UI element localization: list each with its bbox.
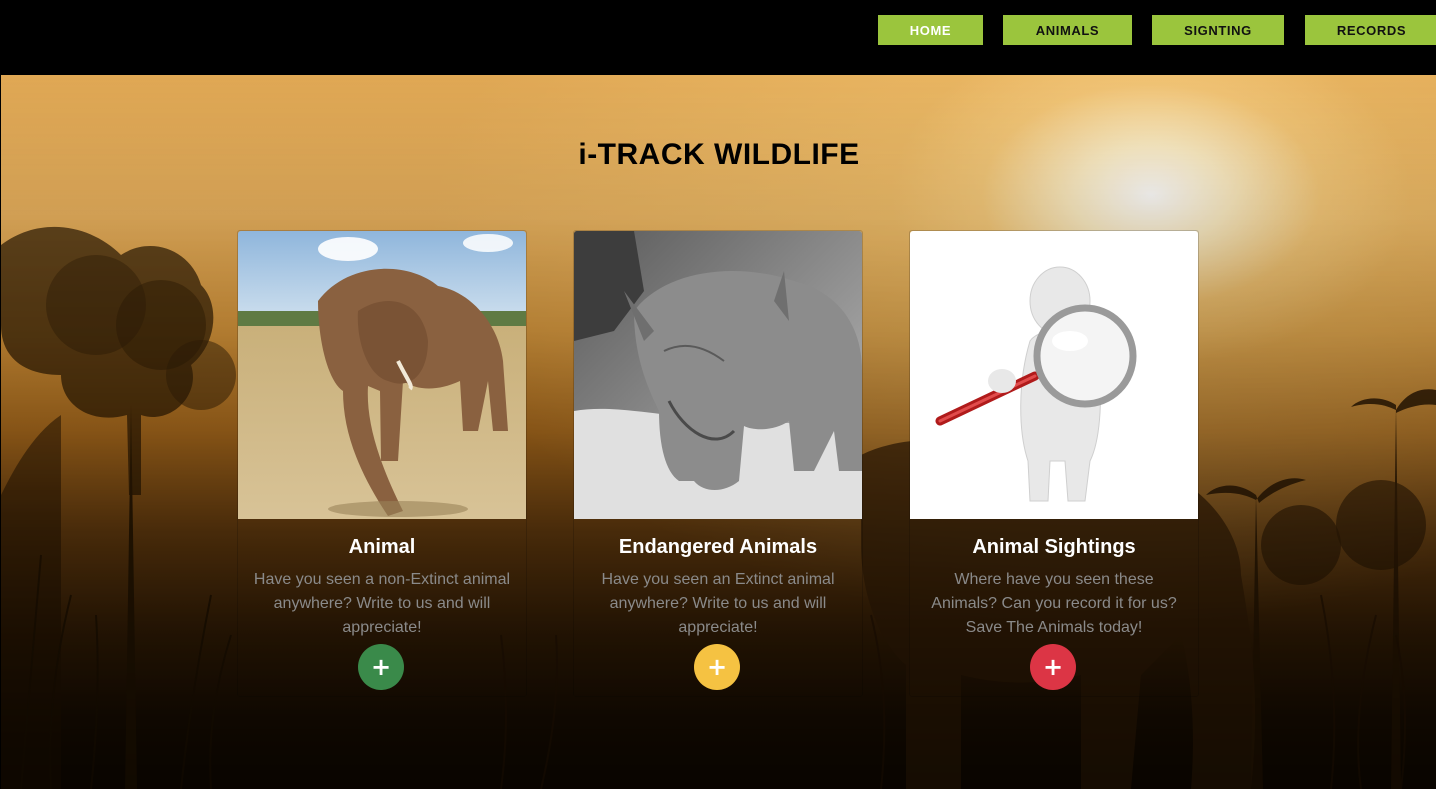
card-endangered-animals: Endangered Animals Have you seen an Exti… — [573, 230, 863, 697]
elephant-photo — [238, 231, 526, 519]
card-endangered-title: Endangered Animals — [618, 536, 818, 558]
nav-home-button[interactable]: HOME — [878, 15, 983, 45]
page: HOME ANIMALS SIGNTING RECORDS i-TRACK WI… — [1, 0, 1436, 789]
card-animal-sightings: Animal Sightings Where have you seen the… — [909, 230, 1199, 697]
page-title: i-TRACK WILDLIFE — [578, 138, 860, 171]
add-sighting-button[interactable]: + — [1030, 644, 1076, 690]
plus-icon: + — [1042, 653, 1064, 681]
card-endangered-text: Have you seen an Extinct animal anywhere… — [601, 571, 835, 636]
magnifier-figure — [910, 231, 1198, 519]
nav-sighting-button[interactable]: SIGNTING — [1152, 15, 1284, 45]
card-animal-title: Animal — [348, 536, 416, 558]
add-endangered-button[interactable]: + — [694, 644, 740, 690]
rhino-photo — [574, 231, 862, 519]
card-animal-text: Have you seen a non-Extinct animal anywh… — [253, 571, 511, 636]
plus-icon: + — [370, 653, 392, 681]
card-animal: Animal Have you seen a non-Extinct anima… — [237, 230, 527, 697]
plus-icon: + — [706, 653, 728, 681]
card-sightings-text: Where have you seen these Animals? Can y… — [931, 571, 1177, 636]
add-animal-button[interactable]: + — [358, 644, 404, 690]
card-sightings-title: Animal Sightings — [972, 536, 1136, 558]
nav-records-button[interactable]: RECORDS — [1305, 15, 1436, 45]
nav-animals-button[interactable]: ANIMALS — [1003, 15, 1132, 45]
top-navbar: HOME ANIMALS SIGNTING RECORDS — [1, 0, 1436, 75]
